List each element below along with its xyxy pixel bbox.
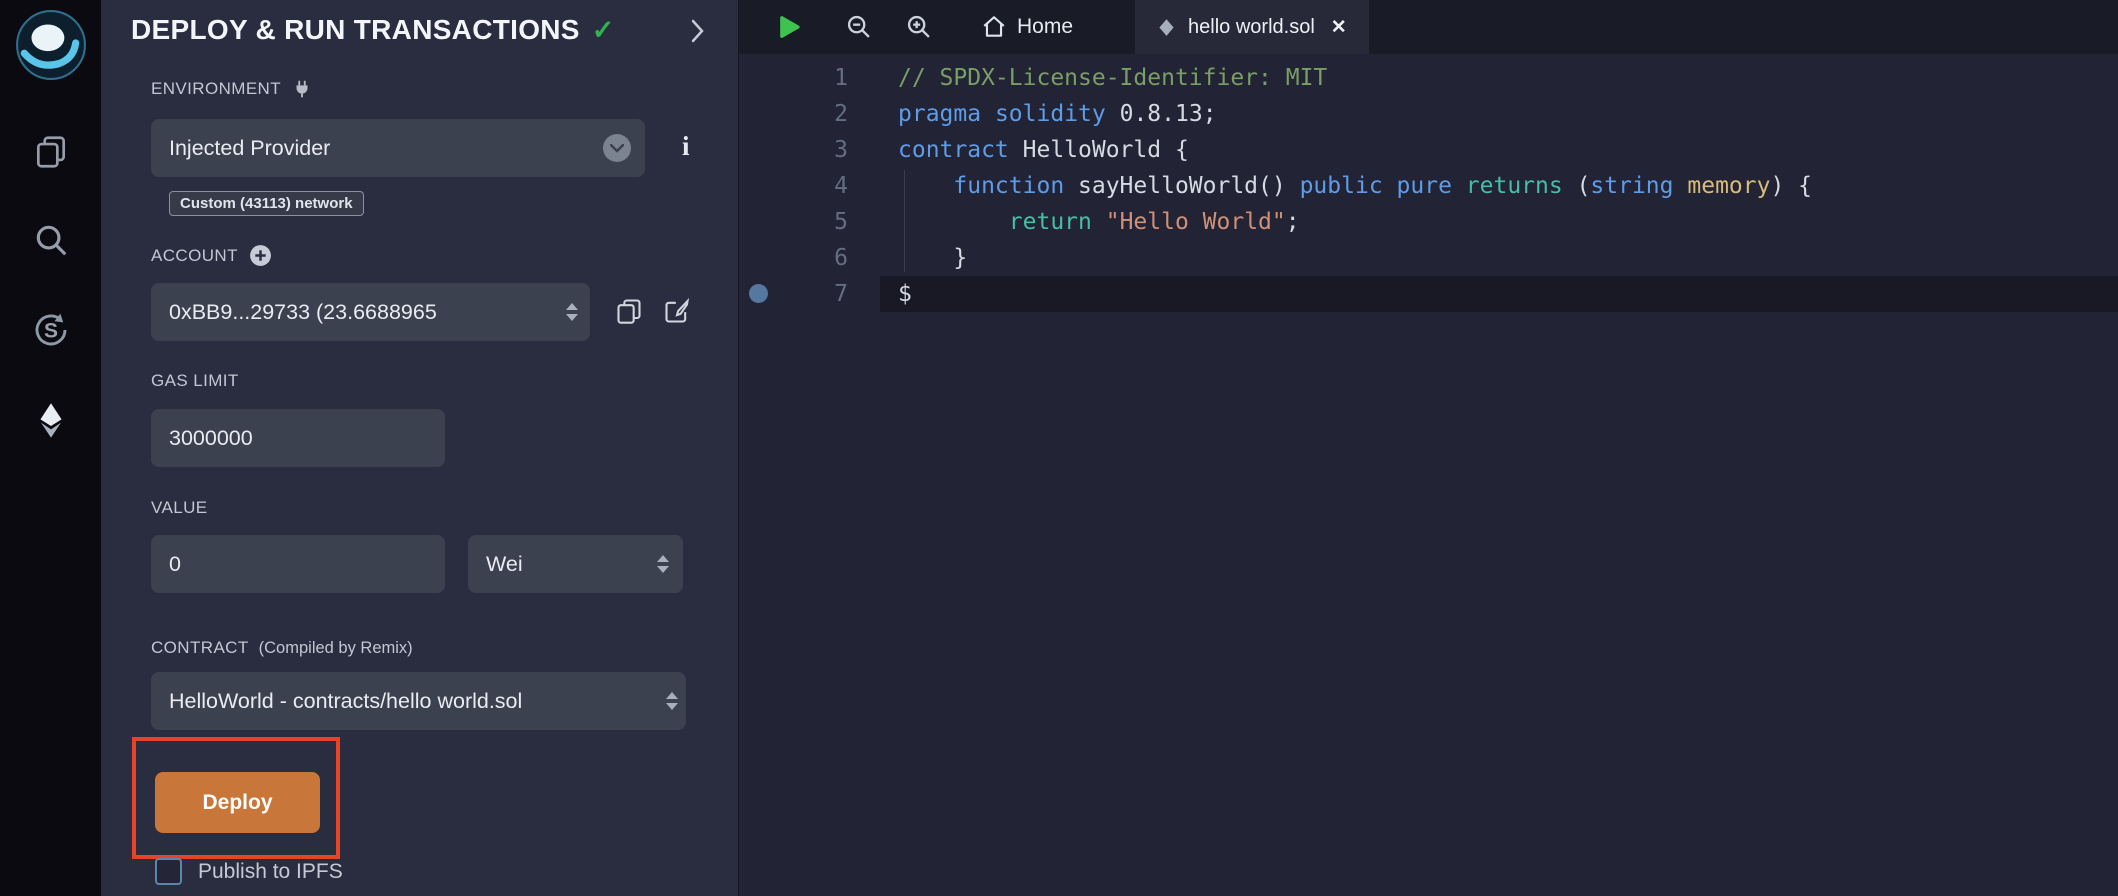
contract-label-row: CONTRACT (Compiled by Remix): [151, 638, 413, 658]
add-account-icon[interactable]: [248, 243, 273, 268]
zoom-out-icon[interactable]: [845, 13, 873, 41]
line-number[interactable]: 3: [739, 132, 880, 168]
remix-logo-icon[interactable]: [14, 8, 88, 87]
editor: Home hello world.sol ✕ 1// SPDX-License-…: [738, 0, 2118, 896]
code-text[interactable]: // SPDX-License-Identifier: MIT: [880, 60, 2118, 96]
value-amount: 0: [169, 552, 181, 577]
panel-title: DEPLOY & RUN TRANSACTIONS: [131, 14, 580, 46]
contract-label: CONTRACT: [151, 638, 249, 658]
tab-file-label: hello world.sol: [1188, 16, 1315, 39]
line-number[interactable]: 4: [739, 168, 880, 204]
file-explorer-icon[interactable]: [32, 133, 70, 171]
solidity-compiler-icon[interactable]: S: [30, 309, 72, 351]
code-text[interactable]: pragma solidity 0.8.13;: [880, 96, 2118, 132]
search-icon[interactable]: [32, 221, 70, 259]
edit-account-icon[interactable]: [663, 297, 691, 325]
rail-icon-list: S: [30, 133, 72, 441]
contract-select[interactable]: HelloWorld - contracts/hello world.sol: [151, 672, 686, 730]
icon-rail: S: [0, 0, 101, 896]
code-line: 5 return "Hello World";: [739, 204, 2118, 240]
unit-stepper-icon[interactable]: [657, 555, 669, 573]
plug-icon: [291, 78, 313, 100]
home-icon: [981, 14, 1007, 40]
publish-ipfs-row: Publish to IPFS: [155, 858, 343, 885]
account-stepper-icon[interactable]: [566, 303, 578, 321]
code-line: 3contract HelloWorld {: [739, 132, 2118, 168]
deploy-panel: DEPLOY & RUN TRANSACTIONS ✓ ENVIRONMENT …: [101, 0, 738, 896]
close-tab-icon[interactable]: ✕: [1331, 16, 1347, 39]
run-script-icon[interactable]: [773, 12, 803, 42]
indent-guide: [904, 170, 905, 272]
deploy-button[interactable]: Deploy: [155, 772, 320, 833]
code-line: 1// SPDX-License-Identifier: MIT: [739, 60, 2118, 96]
copy-account-icon[interactable]: [615, 297, 643, 325]
value-unit-value: Wei: [486, 552, 523, 577]
environment-select[interactable]: Injected Provider: [151, 119, 645, 177]
account-label: ACCOUNT: [151, 246, 238, 266]
remix-ide: S DEPLOY & RUN TRANSACTIONS ✓ ENVIRONMEN…: [0, 0, 2118, 896]
code-line: 2pragma solidity 0.8.13;: [739, 96, 2118, 132]
line-number[interactable]: 7: [739, 276, 880, 312]
tab-file-hello-world[interactable]: hello world.sol ✕: [1135, 0, 1369, 54]
publish-ipfs-label: Publish to IPFS: [198, 860, 343, 884]
code-text[interactable]: $: [880, 276, 2118, 312]
gas-limit-label: GAS LIMIT: [151, 371, 239, 391]
environment-label-row: ENVIRONMENT: [151, 78, 313, 100]
code-line: 7$: [739, 276, 2118, 312]
solidity-file-icon: [1157, 18, 1176, 37]
provider-caret-icon: [603, 134, 631, 162]
gas-limit-input[interactable]: 3000000: [151, 409, 445, 467]
code-text[interactable]: function sayHelloWorld() public pure ret…: [880, 168, 2118, 204]
account-select-value: 0xBB9...29733 (23.6688965: [169, 300, 437, 325]
line-number[interactable]: 2: [739, 96, 880, 132]
contract-stepper-icon[interactable]: [666, 692, 678, 710]
deploy-run-icon[interactable]: [31, 401, 71, 441]
code-text[interactable]: return "Hello World";: [880, 204, 2118, 240]
panel-header: DEPLOY & RUN TRANSACTIONS ✓: [131, 14, 614, 46]
code-text[interactable]: }: [880, 240, 2118, 276]
value-input[interactable]: 0: [151, 535, 445, 593]
tab-home[interactable]: Home: [963, 0, 1091, 54]
code-text[interactable]: contract HelloWorld {: [880, 132, 2118, 168]
value-label: VALUE: [151, 498, 208, 518]
value-unit-select[interactable]: Wei: [468, 535, 683, 593]
editor-tabbar: Home hello world.sol ✕: [739, 0, 2118, 54]
zoom-in-icon[interactable]: [905, 13, 933, 41]
tab-home-label: Home: [1017, 15, 1073, 39]
line-number[interactable]: 5: [739, 204, 880, 240]
line-number[interactable]: 6: [739, 240, 880, 276]
environment-select-value: Injected Provider: [169, 136, 330, 161]
publish-ipfs-checkbox[interactable]: [155, 858, 182, 885]
environment-info-icon[interactable]: i: [676, 130, 696, 163]
gas-limit-value: 3000000: [169, 426, 253, 451]
account-select[interactable]: 0xBB9...29733 (23.6688965: [151, 283, 590, 341]
panel-collapse-chevron-icon[interactable]: [689, 16, 706, 46]
code-line: 4 function sayHelloWorld() public pure r…: [739, 168, 2118, 204]
account-label-row: ACCOUNT: [151, 243, 273, 268]
breakpoint-dot-icon[interactable]: [749, 284, 768, 303]
contract-sublabel: (Compiled by Remix): [259, 639, 413, 658]
code-line: 6 }: [739, 240, 2118, 276]
code-lines: 1// SPDX-License-Identifier: MIT2pragma …: [739, 54, 2118, 312]
environment-label: ENVIRONMENT: [151, 79, 281, 99]
line-number[interactable]: 1: [739, 60, 880, 96]
compiled-check-icon: ✓: [592, 15, 615, 46]
contract-select-value: HelloWorld - contracts/hello world.sol: [169, 689, 522, 714]
network-badge: Custom (43113) network: [169, 191, 364, 216]
svg-text:S: S: [43, 320, 57, 343]
